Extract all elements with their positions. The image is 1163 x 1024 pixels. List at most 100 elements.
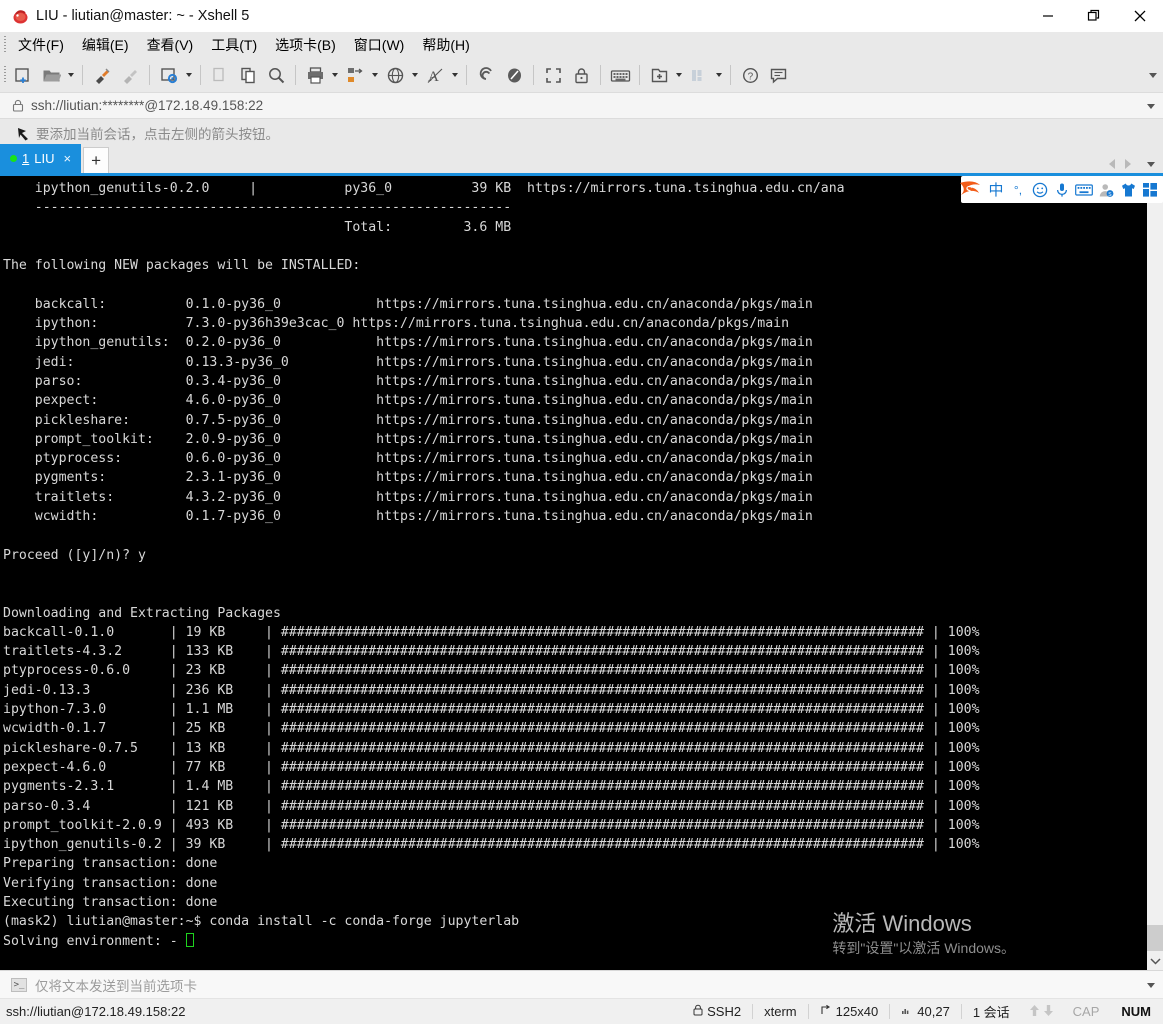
menu-bar: 文件(F) 编辑(E) 查看(V) 工具(T) 选项卡(B) 窗口(W) 帮助(… bbox=[0, 32, 1163, 58]
terminal-line: ipython: 7.3.0-py36h39e3cac_0 https://mi… bbox=[3, 316, 790, 332]
terminal-line: Preparing transaction: done bbox=[3, 856, 218, 872]
toolbar-separator bbox=[639, 65, 640, 85]
user-account-icon[interactable]: S bbox=[1096, 179, 1116, 201]
layout-caret-icon bbox=[713, 61, 725, 89]
maximize-button[interactable] bbox=[1071, 0, 1117, 32]
skin-icon[interactable] bbox=[1118, 179, 1138, 201]
terminal-area: ipython_genutils-0.2.0 | py36_0 39 KB ht… bbox=[0, 176, 1163, 970]
font-caret-icon[interactable] bbox=[449, 61, 461, 89]
xshell-window: LIU - liutian@master: ~ - Xshell 5 文件(F)… bbox=[0, 0, 1163, 1024]
tab-1-liu[interactable]: 1 LIU × bbox=[0, 144, 82, 173]
menu-help[interactable]: 帮助(H) bbox=[413, 32, 478, 58]
minimize-button[interactable] bbox=[1025, 0, 1071, 32]
punctuation-icon[interactable]: °, bbox=[1008, 179, 1028, 201]
sogou-ime-toolbar[interactable]: S 中 °, S bbox=[960, 176, 1163, 203]
new-session-icon[interactable] bbox=[9, 61, 37, 89]
session-hint-text: 要添加当前会话，点击左侧的箭头按钮。 bbox=[36, 127, 279, 142]
terminal-line: wcwidth: 0.1.7-py36_0 https://mirrors.tu… bbox=[3, 509, 813, 525]
font-icon[interactable]: A bbox=[421, 61, 449, 89]
terminal-line: parso-0.3.4 | 121 KB | #################… bbox=[3, 798, 980, 814]
ssh-tunnel-icon[interactable] bbox=[472, 61, 500, 89]
voice-input-icon[interactable] bbox=[1052, 179, 1072, 201]
toolbar-overflow-caret[interactable] bbox=[1149, 58, 1157, 92]
status-cap-indicator: CAP bbox=[1072, 1004, 1100, 1019]
session-properties-caret-icon[interactable] bbox=[183, 61, 195, 89]
toolbar-separator bbox=[295, 65, 296, 85]
globe-icon[interactable] bbox=[381, 61, 409, 89]
status-connection: ssh://liutian@172.18.49.158:22 bbox=[6, 1004, 186, 1019]
new-tab-button[interactable]: + bbox=[83, 147, 110, 173]
status-size-label: 125x40 bbox=[835, 1004, 879, 1019]
address-bar[interactable]: ssh://liutian:********@172.18.49.158:22 bbox=[0, 92, 1163, 119]
open-folder-caret-icon[interactable] bbox=[65, 61, 77, 89]
close-button[interactable] bbox=[1117, 0, 1163, 32]
add-session-arrow-icon[interactable] bbox=[12, 126, 34, 141]
terminal-line: backcall: 0.1.0-py36_0 https://mirrors.t… bbox=[3, 296, 813, 312]
terminal-line: pygments-2.3.1 | 1.4 MB | ##############… bbox=[3, 779, 980, 795]
sendbar-caret-icon[interactable] bbox=[1147, 971, 1155, 999]
connect-icon[interactable] bbox=[88, 61, 116, 89]
lock-icon[interactable] bbox=[567, 61, 595, 89]
tab-navigation bbox=[1109, 159, 1155, 169]
feedback-icon[interactable] bbox=[764, 61, 792, 89]
toolbox-icon[interactable] bbox=[1140, 179, 1160, 201]
menu-tabs[interactable]: 选项卡(B) bbox=[266, 32, 345, 58]
vscroll-down-arrow-icon[interactable] bbox=[1147, 951, 1163, 970]
svg-text:S: S bbox=[965, 184, 972, 199]
terminal-line: jedi-0.13.3 | 236 KB | #################… bbox=[3, 682, 980, 698]
terminal-line: ptyprocess-0.6.0 | 23 KB | #############… bbox=[3, 663, 980, 679]
fullscreen-icon[interactable] bbox=[539, 61, 567, 89]
print-caret-icon[interactable] bbox=[329, 61, 341, 89]
menubar-grip[interactable] bbox=[0, 32, 9, 57]
tab-close-icon[interactable]: × bbox=[59, 151, 75, 166]
menu-window[interactable]: 窗口(W) bbox=[345, 32, 414, 58]
tab-next-arrow-icon[interactable] bbox=[1125, 159, 1131, 169]
new-tab-icon[interactable] bbox=[645, 61, 673, 89]
menu-edit[interactable]: 编辑(E) bbox=[73, 32, 138, 58]
keyboard-icon[interactable] bbox=[606, 61, 634, 89]
terminal-line: traitlets-4.3.2 | 133 KB | #############… bbox=[3, 644, 980, 660]
terminal-line: Verifying transaction: done bbox=[3, 875, 218, 891]
status-terminal-type: xterm bbox=[764, 1004, 797, 1019]
tab-prev-arrow-icon[interactable] bbox=[1109, 159, 1115, 169]
status-sessions: 1 会话 bbox=[972, 1005, 1010, 1020]
open-folder-icon[interactable] bbox=[37, 61, 65, 89]
paste-icon[interactable] bbox=[234, 61, 262, 89]
status-bar: ssh://liutian@172.18.49.158:22 SSH2 xter… bbox=[0, 998, 1163, 1024]
address-input[interactable]: ssh://liutian:********@172.18.49.158:22 bbox=[31, 98, 263, 113]
disconnect-icon bbox=[116, 61, 144, 89]
find-icon[interactable] bbox=[262, 61, 290, 89]
send-to-tab-bar[interactable]: >_ 仅将文本发送到当前选项卡 bbox=[0, 970, 1163, 998]
copy-disabled-icon bbox=[206, 61, 234, 89]
emoji-icon[interactable] bbox=[1030, 179, 1050, 201]
terminal-line: ipython-7.3.0 | 1.1 MB | ###############… bbox=[3, 702, 980, 718]
new-tab-caret-icon[interactable] bbox=[673, 61, 685, 89]
sftp-icon[interactable] bbox=[500, 61, 528, 89]
menu-file[interactable]: 文件(F) bbox=[9, 32, 73, 58]
transfer-caret-icon[interactable] bbox=[369, 61, 381, 89]
vscroll-thumb[interactable] bbox=[1147, 925, 1163, 951]
toolbar-separator bbox=[466, 65, 467, 85]
transfer-icon[interactable] bbox=[341, 61, 369, 89]
print-icon[interactable] bbox=[301, 61, 329, 89]
terminal-line: prompt_toolkit: 2.0.9-py36_0 https://mir… bbox=[3, 431, 813, 447]
sogou-logo-icon[interactable]: S bbox=[956, 178, 984, 202]
chinese-mode-icon[interactable]: 中 bbox=[986, 179, 1006, 201]
terminal-output[interactable]: ipython_genutils-0.2.0 | py36_0 39 KB ht… bbox=[0, 176, 1146, 970]
terminal-scrollbar[interactable] bbox=[1146, 176, 1163, 970]
xshell-logo-icon bbox=[0, 8, 30, 25]
toolbar-separator bbox=[533, 65, 534, 85]
menu-view[interactable]: 查看(V) bbox=[138, 32, 203, 58]
help-icon[interactable]: ? bbox=[736, 61, 764, 89]
session-properties-icon[interactable] bbox=[155, 61, 183, 89]
toolbar-grip[interactable] bbox=[0, 58, 9, 92]
globe-caret-icon[interactable] bbox=[409, 61, 421, 89]
menu-tools[interactable]: 工具(T) bbox=[202, 32, 266, 58]
address-dropdown-caret[interactable] bbox=[1147, 93, 1155, 120]
tab-list-caret-icon[interactable] bbox=[1147, 161, 1155, 167]
session-hint-bar: 要添加当前会话，点击左侧的箭头按钮。 bbox=[0, 119, 1163, 147]
terminal-line: wcwidth-0.1.7 | 25 KB | ################… bbox=[3, 721, 980, 737]
soft-keyboard-icon[interactable] bbox=[1074, 179, 1094, 201]
